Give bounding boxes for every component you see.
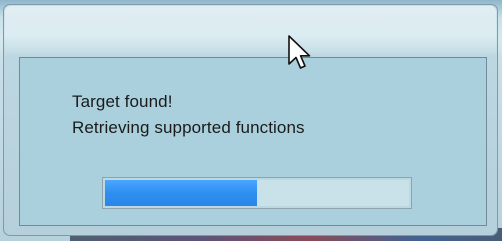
status-message-retrieving: Retrieving supported functions	[72, 118, 305, 137]
progress-bar-track	[105, 180, 409, 206]
status-message-target-found: Target found!	[72, 92, 173, 111]
progress-bar	[102, 177, 412, 209]
mouse-cursor-icon	[288, 35, 311, 69]
window-glass-highlight	[5, 6, 496, 54]
dialog-content-panel: Target found! Retrieving supported funct…	[19, 57, 487, 226]
progress-bar-fill	[105, 180, 257, 206]
